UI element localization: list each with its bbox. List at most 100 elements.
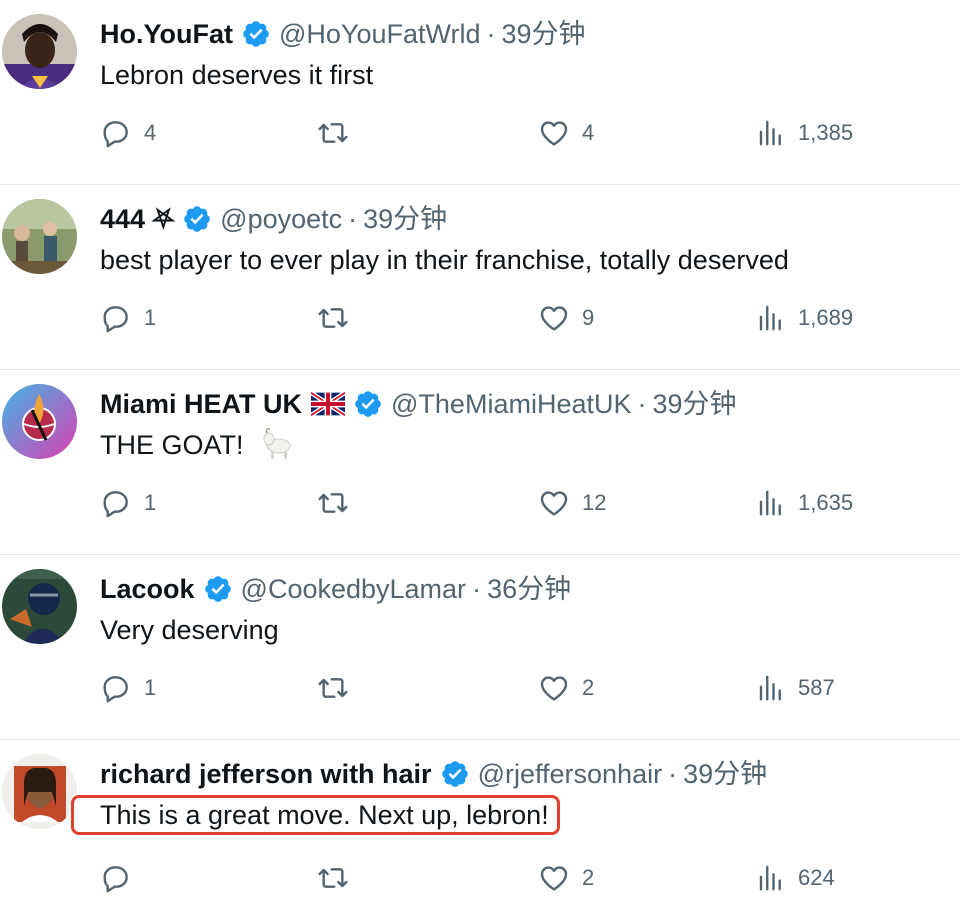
handle[interactable]: @HoYouFatWrld bbox=[279, 16, 481, 52]
heart-icon bbox=[540, 121, 568, 146]
handle[interactable]: @CookedbyLamar bbox=[241, 571, 467, 607]
tweet-text: Lebron deserves it first bbox=[100, 60, 374, 90]
handle[interactable]: @rjeffersonhair bbox=[478, 756, 663, 792]
heart-icon bbox=[540, 306, 568, 331]
views-button[interactable]: 1,385 bbox=[756, 113, 853, 153]
action-bar: 1 12 1,635 bbox=[100, 483, 880, 523]
reply-icon bbox=[103, 676, 128, 703]
tweet[interactable]: Miami HEAT UK @TheMiamiHeatUK · 39分钟 THE… bbox=[0, 370, 960, 555]
tweet[interactable]: 444 ⛧ @poyoetc · 39分钟 best player to eve… bbox=[0, 185, 960, 370]
view-count: 1,635 bbox=[798, 490, 854, 515]
views-icon bbox=[759, 305, 781, 331]
like-button[interactable]: 4 bbox=[538, 113, 594, 153]
view-count: 1,689 bbox=[798, 305, 854, 330]
like-count: 2 bbox=[582, 675, 595, 700]
views-icon bbox=[759, 865, 781, 891]
reply-button[interactable]: 1 bbox=[100, 668, 156, 708]
reply-icon bbox=[103, 121, 128, 148]
retweet-icon bbox=[318, 493, 348, 513]
separator: · bbox=[637, 389, 647, 419]
view-count: 587 bbox=[798, 675, 835, 700]
timestamp[interactable]: 36分钟 bbox=[487, 571, 571, 607]
views-button[interactable]: 587 bbox=[756, 668, 835, 708]
reply-button[interactable] bbox=[100, 858, 144, 898]
verified-badge-icon bbox=[184, 206, 210, 232]
heart-icon bbox=[540, 866, 568, 891]
view-count: 1,385 bbox=[798, 120, 854, 145]
display-name[interactable]: Lacook bbox=[100, 571, 195, 607]
verified-badge-icon bbox=[441, 761, 468, 787]
avatar[interactable] bbox=[2, 384, 77, 459]
tweet-text: Very deserving bbox=[100, 615, 279, 645]
separator: · bbox=[668, 759, 678, 789]
reply-count: 1 bbox=[144, 675, 157, 700]
reply-feed: Ho.YouFat @HoYouFatWrld · 39分钟 Lebron de… bbox=[0, 0, 960, 900]
avatar[interactable] bbox=[2, 569, 77, 644]
timestamp[interactable]: 39分钟 bbox=[652, 386, 736, 422]
views-icon bbox=[759, 490, 781, 516]
action-bar: 1 2 587 bbox=[100, 668, 880, 708]
verified-badge-icon bbox=[204, 576, 231, 602]
separator: · bbox=[486, 19, 496, 49]
tweet-text-content: THE GOAT! bbox=[100, 430, 244, 460]
like-button[interactable]: 9 bbox=[538, 298, 594, 338]
action-bar: 2 624 bbox=[100, 858, 880, 898]
verified-badge-icon bbox=[243, 21, 269, 47]
like-count: 2 bbox=[582, 865, 595, 890]
tweet[interactable]: Ho.YouFat @HoYouFatWrld · 39分钟 Lebron de… bbox=[0, 0, 960, 185]
reply-button[interactable]: 1 bbox=[100, 483, 156, 523]
avatar[interactable] bbox=[2, 754, 77, 829]
retweet-icon bbox=[318, 678, 348, 698]
display-name[interactable]: 444 ⛧ bbox=[100, 201, 174, 237]
views-button[interactable]: 624 bbox=[756, 858, 835, 898]
handle[interactable]: @TheMiamiHeatUK bbox=[391, 386, 631, 422]
like-button[interactable]: 2 bbox=[538, 858, 594, 898]
timestamp[interactable]: 39分钟 bbox=[683, 756, 767, 792]
handle[interactable]: @poyoetc bbox=[220, 201, 342, 237]
tweet-text: THE GOAT! bbox=[100, 426, 297, 464]
like-count: 4 bbox=[582, 120, 595, 145]
timestamp[interactable]: 39分钟 bbox=[363, 201, 447, 237]
display-name[interactable]: Miami HEAT UK bbox=[100, 386, 302, 422]
avatar[interactable] bbox=[2, 199, 77, 274]
retweet-button[interactable] bbox=[315, 668, 363, 708]
reply-icon bbox=[103, 866, 128, 893]
heart-icon bbox=[540, 491, 568, 516]
verified-badge-icon bbox=[355, 391, 381, 417]
tweet-text: This is a great move. Next up, lebron! bbox=[71, 795, 560, 835]
tweet[interactable]: richard jefferson with hair @rjeffersonh… bbox=[0, 740, 960, 900]
views-button[interactable]: 1,689 bbox=[756, 298, 853, 338]
avatar[interactable] bbox=[2, 14, 77, 89]
retweet-icon bbox=[318, 123, 348, 143]
retweet-button[interactable] bbox=[315, 483, 363, 523]
uk-flag-icon bbox=[311, 392, 346, 416]
reply-button[interactable]: 4 bbox=[100, 113, 156, 153]
display-name[interactable]: richard jefferson with hair bbox=[100, 756, 432, 792]
reply-icon bbox=[103, 306, 128, 333]
like-button[interactable]: 12 bbox=[538, 483, 606, 523]
views-icon bbox=[759, 120, 781, 146]
retweet-button[interactable] bbox=[315, 858, 363, 898]
like-count: 9 bbox=[582, 305, 595, 330]
retweet-button[interactable] bbox=[315, 113, 363, 153]
like-button[interactable]: 2 bbox=[538, 668, 594, 708]
views-button[interactable]: 1,635 bbox=[756, 483, 853, 523]
heart-icon bbox=[540, 676, 568, 701]
reply-button[interactable]: 1 bbox=[100, 298, 156, 338]
action-bar: 1 9 1,689 bbox=[100, 298, 880, 338]
reply-count: 1 bbox=[144, 305, 157, 330]
highlight-box: This is a great move. Next up, lebron! bbox=[71, 795, 560, 835]
reply-count: 4 bbox=[144, 120, 157, 145]
separator: · bbox=[472, 574, 482, 604]
tweet-text-content: This is a great move. Next up, lebron! bbox=[100, 800, 549, 830]
goat-emoji-icon bbox=[263, 428, 291, 459]
timestamp[interactable]: 39分钟 bbox=[501, 16, 585, 52]
display-name[interactable]: Ho.YouFat bbox=[100, 16, 233, 52]
retweet-button[interactable] bbox=[315, 298, 363, 338]
views-icon bbox=[759, 675, 781, 701]
view-count: 624 bbox=[798, 865, 835, 890]
separator: · bbox=[348, 204, 358, 234]
like-count: 12 bbox=[582, 490, 607, 515]
retweet-icon bbox=[318, 868, 348, 888]
tweet[interactable]: Lacook @CookedbyLamar · 36分钟 Very deserv… bbox=[0, 555, 960, 740]
